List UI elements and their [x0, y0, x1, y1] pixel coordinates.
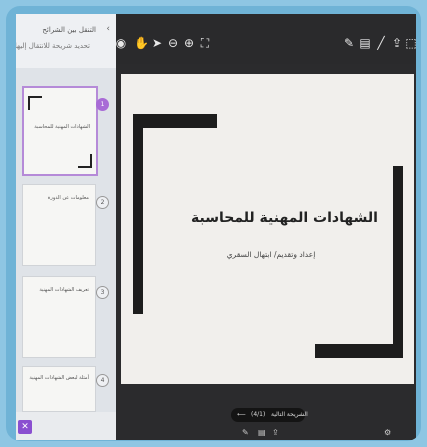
panel-title: التنقل بين الشرائح: [42, 26, 96, 34]
slide-number[interactable]: 3: [96, 286, 109, 299]
panel-header: ‹ التنقل بين الشرائح تحديد شريحة للانتقا…: [16, 14, 116, 68]
zoom-in-icon[interactable]: ⊕: [182, 36, 196, 50]
thumbnail-title: تعريف الشهادات المهنية: [39, 287, 89, 293]
screen: ◉ ✋ ➤ ⊖ ⊕ ⛶ ✎ ▤ ╱ ⇪ ⬚ ‹ التنقل بين الشرا…: [16, 14, 416, 440]
corner-decoration: [393, 166, 403, 358]
slide-number[interactable]: 2: [96, 196, 109, 209]
slide-subtitle: إعداد وتقديم/ ابتهال السقري: [226, 250, 316, 259]
corner-decoration: [133, 114, 217, 128]
pen-icon[interactable]: ✎: [242, 428, 249, 437]
hand-icon[interactable]: ✋: [134, 36, 149, 50]
share-icon[interactable]: ⇪: [272, 428, 279, 437]
corner-decoration: [315, 344, 399, 358]
slide-navigation-panel: ‹ التنقل بين الشرائح تحديد شريحة للانتقا…: [16, 14, 116, 440]
share-icon[interactable]: ⇪: [390, 36, 404, 50]
slide-thumbnail[interactable]: الشهادات المهنية للمحاسبة: [22, 86, 98, 176]
close-panel-button[interactable]: ✕: [18, 420, 32, 434]
pointer-icon[interactable]: ➤: [150, 36, 164, 50]
panel-subtitle: تحديد شريحة للانتقال إليها: [16, 42, 90, 50]
slide-control-bar[interactable]: ⟵ (4/1) الشريحة التالية: [231, 408, 308, 422]
line-icon[interactable]: ╱: [374, 36, 388, 50]
slide-thumbnail[interactable]: معلومات عن الدورة: [22, 184, 96, 266]
slide-number[interactable]: 1: [96, 98, 109, 111]
zoom-out-icon[interactable]: ⊖: [166, 36, 180, 50]
slide-number[interactable]: 4: [96, 374, 109, 387]
settings-icon[interactable]: ⚙: [384, 428, 391, 437]
current-slide: الشهادات المهنية للمحاسبة إعداد وتقديم/ …: [121, 74, 414, 384]
counter-label: (4/1): [251, 411, 266, 418]
fit-icon[interactable]: ⛶: [198, 36, 212, 50]
slides-icon[interactable]: ▤: [258, 428, 266, 437]
thumbnail-title: معلومات عن الدورة: [47, 195, 89, 201]
photo-frame: ◉ ✋ ➤ ⊖ ⊕ ⛶ ✎ ▤ ╱ ⇪ ⬚ ‹ التنقل بين الشرا…: [6, 6, 421, 441]
slide-title: الشهادات المهنية للمحاسبة: [191, 210, 378, 226]
circle-icon[interactable]: ◉: [114, 36, 128, 50]
close-icon[interactable]: ‹: [106, 24, 110, 34]
slides-icon[interactable]: ▤: [358, 36, 372, 50]
corner-decoration: [133, 114, 143, 314]
arrow-left-icon[interactable]: ⟵: [237, 408, 246, 422]
thumbnail-title: أمثلة لبعض الشهادات المهنية: [29, 375, 89, 381]
next-label: الشريحة التالية: [271, 411, 308, 418]
pen-icon[interactable]: ✎: [342, 36, 356, 50]
thumbnail-title: الشهادات المهنية للمحاسبة: [34, 124, 90, 130]
slide-thumbnail[interactable]: تعريف الشهادات المهنية: [22, 276, 96, 358]
fullscreen-icon[interactable]: ⬚: [404, 36, 416, 50]
slide-thumbnail[interactable]: أمثلة لبعض الشهادات المهنية: [22, 366, 96, 412]
